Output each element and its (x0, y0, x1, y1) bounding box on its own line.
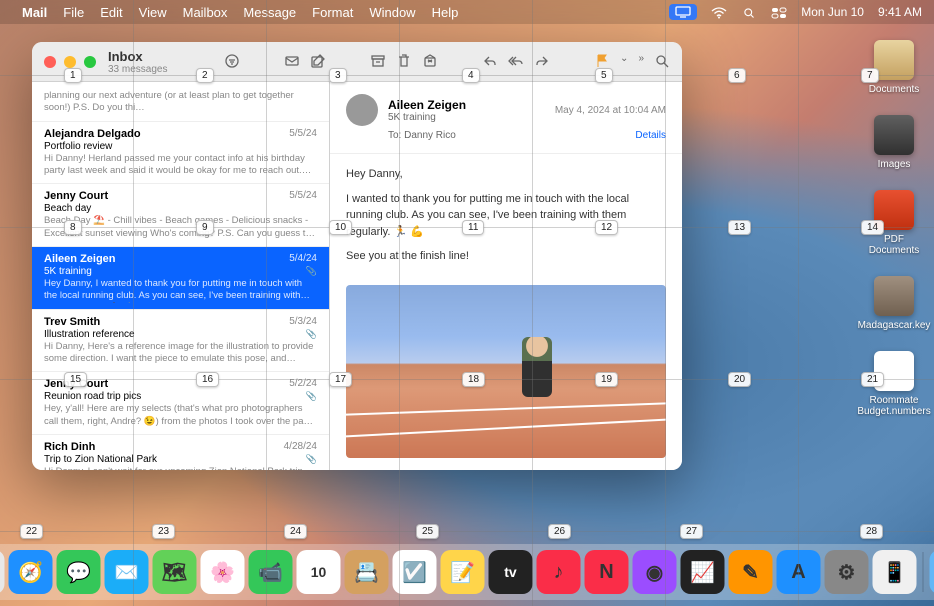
dock-reminders-icon[interactable]: ☑️ (393, 550, 437, 594)
window-subtitle: 33 messages (108, 64, 167, 75)
desktop-item-pdf[interactable]: PDF Documents (862, 190, 926, 256)
menu-mailbox[interactable]: Mailbox (183, 5, 228, 20)
dock-appstore-icon[interactable]: A (777, 550, 821, 594)
menu-format[interactable]: Format (312, 5, 353, 20)
filter-icon[interactable] (224, 53, 240, 71)
menu-window[interactable]: Window (369, 5, 415, 20)
dock-safari-icon[interactable]: 🧭 (9, 550, 53, 594)
app-menu[interactable]: Mail (22, 5, 47, 20)
dock-keynote-icon[interactable]: 📱 (873, 550, 917, 594)
menu-help[interactable]: Help (432, 5, 459, 20)
menubar-time[interactable]: 9:41 AM (878, 5, 922, 19)
menu-edit[interactable]: Edit (100, 5, 122, 20)
dock-notes-icon[interactable]: 📝 (441, 550, 485, 594)
desktop-icons: Documents Images PDF Documents Madagasca… (862, 40, 926, 417)
dock-pages-icon[interactable]: ✎ (729, 550, 773, 594)
search-icon[interactable] (654, 53, 670, 71)
desktop-item-keynote[interactable]: Madagascar.key (862, 276, 926, 331)
dock-calendar-icon[interactable]: 10 (297, 550, 341, 594)
reader-subject: 5K training (388, 112, 545, 123)
mail-item[interactable]: Alejandra Delgado5/5/24Portfolio reviewH… (32, 122, 329, 185)
reply-all-icon[interactable] (508, 53, 524, 71)
dock-podcasts-icon[interactable]: ◉ (633, 550, 677, 594)
sender-avatar (346, 94, 378, 126)
dock-news-icon[interactable]: N (585, 550, 629, 594)
window-close-button[interactable] (44, 56, 56, 68)
dock-folder-icon[interactable]: 📁 (930, 550, 934, 594)
desktop-item-images[interactable]: Images (862, 115, 926, 170)
dock-music-icon[interactable]: ♪ (537, 550, 581, 594)
dock-mail-icon[interactable]: ✉️ (105, 550, 149, 594)
menubar-date[interactable]: Mon Jun 10 (801, 5, 864, 19)
window-minimize-button[interactable] (64, 56, 76, 68)
reply-icon[interactable] (482, 53, 498, 71)
message-list[interactable]: planning our next adventure (or at least… (32, 82, 330, 470)
screen-mirroring-icon[interactable] (669, 4, 697, 20)
reader-body: Hey Danny, I wanted to thank you for put… (330, 154, 682, 285)
desktop-item-documents[interactable]: Documents (862, 40, 926, 95)
dock-photos-icon[interactable]: 🌸 (201, 550, 245, 594)
junk-icon[interactable] (422, 53, 438, 71)
mail-item[interactable]: planning our next adventure (or at least… (32, 82, 329, 122)
chevron-down-icon[interactable]: ⌄ (620, 53, 628, 71)
mail-item[interactable]: Jenny Court5/5/24Beach dayBeach Day ⛱️ -… (32, 184, 329, 247)
dock-tv-icon[interactable]: tv (489, 550, 533, 594)
compose-icon[interactable] (310, 53, 326, 71)
menu-file[interactable]: File (63, 5, 84, 20)
wifi-icon[interactable] (711, 5, 727, 19)
message-reader: Aileen Zeigen 5K training May 4, 2024 at… (330, 82, 682, 470)
dock-contacts-icon[interactable]: 📇 (345, 550, 389, 594)
trash-icon[interactable] (396, 53, 412, 71)
attachment-image[interactable] (346, 285, 666, 459)
mail-item[interactable]: Aileen Zeigen5/4/245K training📎Hey Danny… (32, 247, 329, 310)
desktop-item-numbers[interactable]: Roommate Budget.numbers (862, 351, 926, 417)
archive-icon[interactable] (370, 53, 386, 71)
menu-message[interactable]: Message (243, 5, 296, 20)
mail-window: Inbox 33 messages (32, 42, 682, 470)
spotlight-icon[interactable] (741, 5, 757, 19)
envelope-icon[interactable] (284, 53, 300, 71)
mail-toolbar: ⌄ » (224, 53, 670, 71)
dock-launchpad-icon[interactable]: ▦ (0, 550, 5, 594)
reader-date: May 4, 2024 at 10:04 AM (555, 105, 666, 116)
reader-to: Danny Rico (404, 130, 456, 141)
menu-view[interactable]: View (139, 5, 167, 20)
flag-icon[interactable] (594, 53, 610, 71)
menubar: Mail File Edit View Mailbox Message Form… (0, 0, 934, 24)
mail-titlebar: Inbox 33 messages (32, 42, 682, 82)
control-center-icon[interactable] (771, 5, 787, 19)
dock-messages-icon[interactable]: 💬 (57, 550, 101, 594)
mail-item[interactable]: Jenny Court5/2/24Reunion road trip pics📎… (32, 372, 329, 435)
reader-from: Aileen Zeigen (388, 98, 545, 112)
mail-item[interactable]: Rich Dinh4/28/24Trip to Zion National Pa… (32, 435, 329, 470)
window-title: Inbox (108, 49, 167, 64)
reader-to-label: To: (388, 130, 401, 141)
details-link[interactable]: Details (635, 130, 666, 141)
dock-settings-icon[interactable]: ⚙ (825, 550, 869, 594)
window-zoom-button[interactable] (84, 56, 96, 68)
forward-icon[interactable] (534, 53, 550, 71)
dock-facetime-icon[interactable]: 📹 (249, 550, 293, 594)
mail-item[interactable]: Trev Smith5/3/24Illustration reference📎H… (32, 310, 329, 373)
dock-stocks-icon[interactable]: 📈 (681, 550, 725, 594)
more-icon[interactable]: » (638, 53, 644, 71)
dock: 🙂▦🧭💬✉️🗺🌸📹10📇☑️📝tv♪N◉📈✎A⚙📱📁🗑 (0, 544, 934, 600)
dock-maps-icon[interactable]: 🗺 (153, 550, 197, 594)
